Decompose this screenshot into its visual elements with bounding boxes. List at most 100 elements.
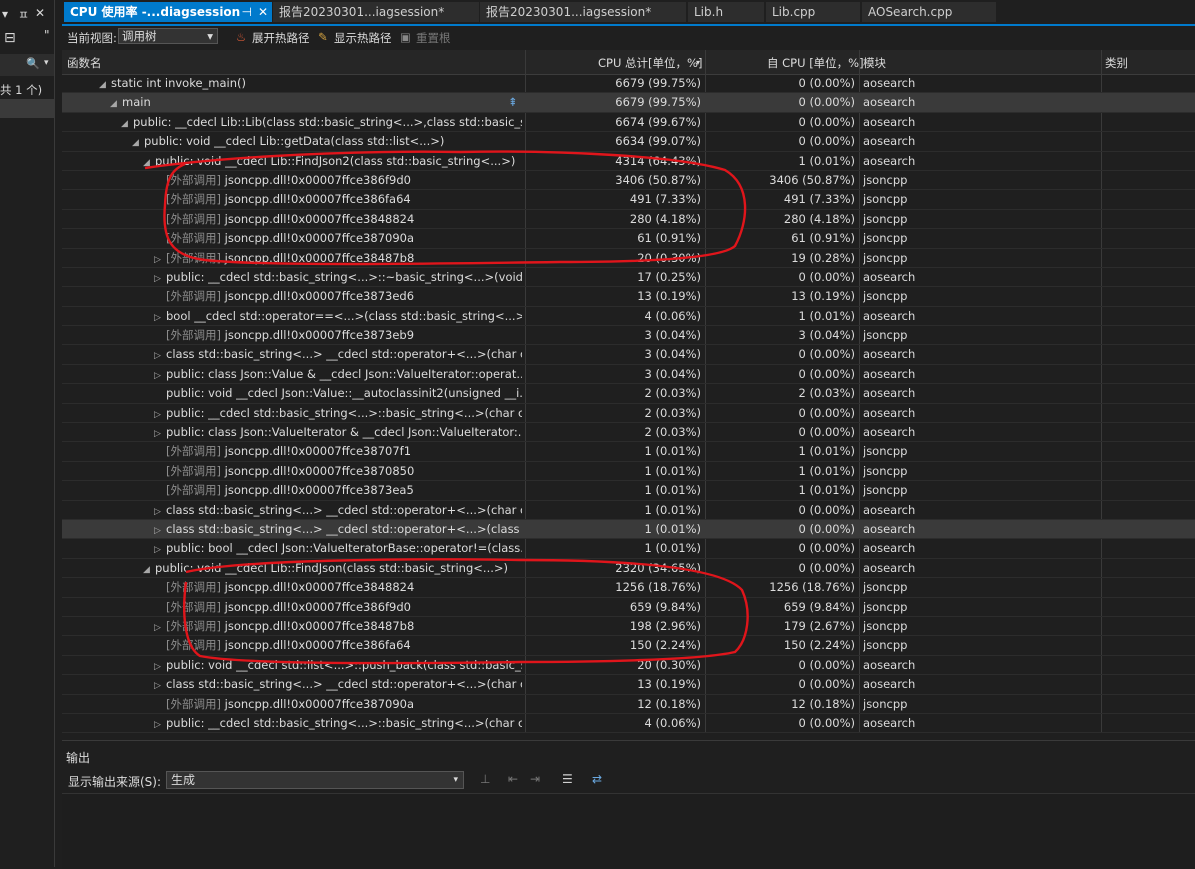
cpu-total-cell: 1 (0.01%) — [644, 502, 701, 517]
chevron-down-icon[interactable]: ▾ — [44, 58, 49, 68]
table-row[interactable]: ◢ public: void __cdecl Lib::FindJson(clas… — [62, 559, 1195, 579]
collapse-icon[interactable]: ⊟ — [4, 30, 16, 46]
search-icon[interactable]: 🔍 — [26, 57, 40, 70]
selected-item[interactable] — [0, 99, 54, 118]
external-call-tag: [外部调用] — [166, 211, 221, 226]
table-row[interactable]: ▷ [外部调用] jsoncpp.dll!0x00007ffce38487b8 19… — [62, 617, 1195, 637]
close-icon[interactable]: ✕ — [35, 6, 45, 20]
function-name: public: void __cdecl Json::Value::__auto… — [166, 386, 522, 401]
prev-message-icon[interactable]: ⇤ — [508, 772, 518, 786]
clear-all-icon[interactable]: ☰ — [562, 772, 573, 786]
self-cpu-cell: 0 (0.00%) — [798, 502, 855, 517]
table-row[interactable]: ▷ class std::basic_string<...> __cdecl st… — [62, 519, 1195, 540]
external-call-tag: [外部调用] — [166, 599, 221, 614]
cpu-total-cell: 13 (0.19%) — [637, 677, 701, 692]
self-cpu-cell: 19 (0.28%) — [791, 250, 855, 265]
call-tree-grid: 函数名 CPU 总计[单位，%] ▾ 自 CPU [单位，%] 模块 类别 ◢ s… — [62, 50, 1195, 733]
collapsed-arrow-icon[interactable]: ▷ — [154, 716, 166, 733]
word-wrap-icon[interactable]: ⇄ — [592, 772, 602, 786]
function-name-cell: [外部调用] jsoncpp.dll!0x00007ffce386fa64 — [62, 190, 522, 209]
self-cpu-cell: 0 (0.00%) — [798, 366, 855, 381]
table-row[interactable]: [外部调用] jsoncpp.dll!0x00007ffce3873ea5 1 (… — [62, 481, 1195, 501]
table-row[interactable]: [外部调用] jsoncpp.dll!0x00007ffce38707f1 1 (… — [62, 442, 1195, 462]
table-row[interactable]: ▷ public: __cdecl std::basic_string<...>:… — [62, 404, 1195, 424]
table-row[interactable]: ▷ bool __cdecl std::operator==<...>(class… — [62, 307, 1195, 328]
table-row[interactable]: [外部调用] jsoncpp.dll!0x00007ffce387090a 61 … — [62, 229, 1195, 249]
table-row[interactable]: public: void __cdecl Json::Value::__auto… — [62, 384, 1195, 404]
column-header-self-cpu[interactable]: 自 CPU [单位，%] — [767, 55, 864, 71]
pin-icon[interactable]: ⊣ — [242, 2, 252, 22]
tab-lib-h[interactable]: Lib.h — [688, 2, 764, 22]
function-name: jsoncpp.dll!0x00007ffce387090a — [224, 231, 415, 246]
table-row[interactable]: ▷ class std::basic_string<...> __cdecl st… — [62, 345, 1195, 365]
table-row[interactable]: ▷ public: class Json::ValueIterator & __c… — [62, 423, 1195, 443]
tab-cpu-usage[interactable]: CPU 使用率 -...diagsession ⊣ ✕ — [64, 2, 272, 22]
table-row[interactable]: ▷ public: bool __cdecl Json::ValueIterato… — [62, 539, 1195, 559]
cpu-total-cell: 1 (0.01%) — [644, 521, 701, 536]
table-row[interactable]: ▷ [外部调用] jsoncpp.dll!0x00007ffce38487b8 20… — [62, 249, 1195, 268]
table-row[interactable]: [外部调用] jsoncpp.dll!0x00007ffce386fa64 150… — [62, 636, 1195, 656]
search-box[interactable]: 🔍 ▾ — [0, 54, 54, 76]
next-message-icon[interactable]: ⇥ — [530, 772, 540, 786]
tab-aosearch-cpp[interactable]: AOSearch.cpp — [862, 2, 996, 22]
view-select[interactable]: 调用树 ▾ — [118, 28, 218, 44]
close-icon[interactable]: ✕ — [258, 2, 268, 22]
table-row[interactable]: ▷ public: __cdecl std::basic_string<...>:… — [62, 268, 1195, 289]
column-header-module[interactable]: 模块 — [863, 55, 886, 71]
external-call-tag: [外部调用] — [166, 172, 221, 187]
function-name-cell: ▷ class std::basic_string<...> __cdecl st… — [62, 501, 522, 522]
cpu-total-cell: 280 (4.18%) — [629, 211, 701, 226]
table-row[interactable]: [外部调用] jsoncpp.dll!0x00007ffce3873ed6 13 … — [62, 287, 1195, 307]
tab-report-1[interactable]: 报告20230301...iagsession* — [273, 2, 479, 22]
table-row[interactable]: ▷ public: __cdecl std::basic_string<...>:… — [62, 714, 1195, 733]
tab-report-2[interactable]: 报告20230301...iagsession* — [480, 2, 686, 22]
module-cell: aosearch — [863, 386, 916, 401]
module-cell: aosearch — [863, 134, 916, 149]
column-header-function[interactable]: 函数名 — [67, 55, 102, 71]
tab-label: CPU 使用率 -...diagsession — [70, 5, 241, 19]
module-cell: aosearch — [863, 405, 916, 420]
table-row[interactable]: [外部调用] jsoncpp.dll!0x00007ffce386fa64 491… — [62, 190, 1195, 210]
table-row[interactable]: ▷ public: void __cdecl std::list<...>::pu… — [62, 656, 1195, 676]
table-row[interactable]: [外部调用] jsoncpp.dll!0x00007ffce3848824 280… — [62, 210, 1195, 230]
function-name-cell: ▷ public: __cdecl std::basic_string<...>:… — [62, 268, 522, 289]
table-row[interactable]: ◢ public: __cdecl Lib::Lib(class std::bas… — [62, 113, 1195, 133]
function-name: public: void __cdecl Lib::FindJson2(clas… — [155, 153, 516, 168]
table-row[interactable]: ◢ public: void __cdecl Lib::getData(class… — [62, 132, 1195, 152]
table-row[interactable]: ◢ public: void __cdecl Lib::FindJson2(cla… — [62, 152, 1195, 171]
function-name-cell: ▷ bool __cdecl std::operator==<...>(class… — [62, 307, 522, 328]
dropdown-icon[interactable]: ▾ — [2, 7, 8, 21]
function-name: jsoncpp.dll!0x00007ffce387090a — [224, 696, 415, 711]
show-hot-path-button[interactable]: 显示热路径 — [334, 30, 392, 46]
function-name-cell: [外部调用] jsoncpp.dll!0x00007ffce3848824 — [62, 210, 522, 229]
table-row[interactable]: [外部调用] jsoncpp.dll!0x00007ffce387090a 12 … — [62, 695, 1195, 714]
tab-lib-cpp[interactable]: Lib.cpp — [766, 2, 860, 22]
cpu-total-cell: 659 (9.84%) — [629, 599, 701, 614]
function-name-cell: [外部调用] jsoncpp.dll!0x00007ffce3873eb9 — [62, 326, 522, 345]
output-source-select[interactable]: 生成 ▾ — [166, 771, 464, 789]
cpu-total-cell: 3 (0.04%) — [644, 366, 701, 381]
reset-root-button[interactable]: 重置根 — [416, 30, 451, 46]
cpu-total-cell: 1 (0.01%) — [644, 463, 701, 478]
table-row[interactable]: [外部调用] jsoncpp.dll!0x00007ffce3848824 125… — [62, 578, 1195, 598]
module-cell: aosearch — [863, 715, 916, 730]
find-icon[interactable]: ⊥ — [480, 772, 490, 786]
table-row[interactable]: ◢ main ⇞ 6679 (99.75%) 0 (0.00%) aosearch — [62, 93, 1195, 113]
overflow-icon[interactable]: " — [44, 28, 50, 42]
output-text-area[interactable] — [62, 793, 1195, 869]
self-cpu-cell: 0 (0.00%) — [798, 521, 855, 536]
column-header-cpu-total[interactable]: CPU 总计[单位，%] — [598, 55, 702, 71]
expand-hot-path-button[interactable]: 展开热路径 — [252, 30, 310, 46]
table-row[interactable]: ▷ public: class Json::Value & __cdecl Jso… — [62, 365, 1195, 385]
self-cpu-cell: 0 (0.00%) — [798, 347, 855, 362]
table-row[interactable]: ▷ class std::basic_string<...> __cdecl st… — [62, 501, 1195, 520]
column-header-category[interactable]: 类别 — [1105, 55, 1128, 71]
table-row[interactable]: ▷ class std::basic_string<...> __cdecl st… — [62, 675, 1195, 695]
table-row[interactable]: [外部调用] jsoncpp.dll!0x00007ffce386f9d0 340… — [62, 171, 1195, 191]
table-row[interactable]: ◢ static int invoke_main() 6679 (99.75%) 0 … — [62, 74, 1195, 94]
table-row[interactable]: [外部调用] jsoncpp.dll!0x00007ffce386f9d0 659… — [62, 598, 1195, 617]
table-row[interactable]: [外部调用] jsoncpp.dll!0x00007ffce3870850 1 (… — [62, 462, 1195, 482]
table-row[interactable]: [外部调用] jsoncpp.dll!0x00007ffce3873eb9 3 (… — [62, 326, 1195, 346]
pin-icon[interactable]: ㅍ — [18, 6, 29, 23]
external-call-tag: [外部调用] — [166, 580, 221, 595]
